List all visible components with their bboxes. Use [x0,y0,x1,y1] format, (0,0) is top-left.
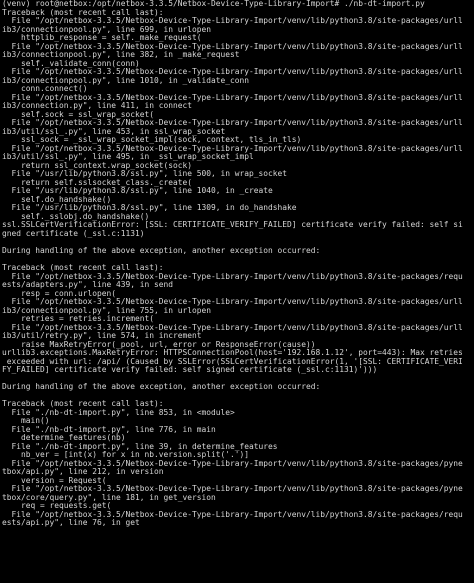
terminal-line: main() [2,417,50,426]
terminal-line: File "/opt/netbox-3.3.5/Netbox-Device-Ty… [2,144,463,153]
terminal-line: self.do_handshake() [2,195,112,204]
terminal-line: raise MaxRetryError(_pool, url, error or… [2,340,316,349]
terminal-line: self._sslobj.do_handshake() [2,212,150,221]
terminal-line: ib3/connectionpool.py", line 755, in url… [2,306,212,315]
terminal-line: File "/opt/netbox-3.3.5/Netbox-Device-Ty… [2,17,463,26]
terminal-line: File "/opt/netbox-3.3.5/Netbox-Device-Ty… [2,119,463,128]
terminal-line: Traceback (most recent call last): [2,263,164,272]
terminal-line: version = Request( [2,476,107,485]
terminal-line: File "/opt/netbox-3.3.5/Netbox-Device-Ty… [2,298,463,307]
terminal-line: resp = conn.urlopen( [2,289,117,298]
terminal-line: tbox/api.py", line 212, in version [2,468,164,477]
terminal-line: File "/usr/lib/python3.8/ssl.py", line 5… [2,170,288,179]
terminal-line: File "./nb-dt-import.py", line 853, in <… [2,408,235,417]
terminal-line: tbox/core/query.py", line 181, in get_ve… [2,493,216,502]
terminal-line: ssl_sock = _ssl_wrap_socket_impl(sock, c… [2,136,302,145]
terminal-line: determine_features(nb) [2,434,126,443]
terminal-line: File "/usr/lib/python3.8/ssl.py", line 1… [2,187,273,196]
terminal-line: Traceback (most recent call last): [2,400,164,409]
terminal-line: File "/opt/netbox-3.3.5/Netbox-Device-Ty… [2,485,463,494]
terminal-line: exceeded with url: /api/ (Caused by SSLE… [2,357,463,366]
terminal-line: urllib3.exceptions.MaxRetryError: HTTPSC… [2,349,463,358]
terminal-line: conn.connect() [2,85,88,94]
terminal-line: req = requests.get( [2,502,112,511]
terminal-line: File "/opt/netbox-3.3.5/Netbox-Device-Ty… [2,272,463,281]
terminal-line: ib3/util/ssl_.py", line 495, in _ssl_wra… [2,153,254,162]
terminal-line: File "/opt/netbox-3.3.5/Netbox-Device-Ty… [2,323,463,332]
terminal-line: ib3/connectionpool.py", line 699, in url… [2,25,212,34]
terminal-line: File "./nb-dt-import.py", line 776, in m… [2,425,216,434]
terminal-line: ib3/connection.py", line 411, in connect [2,102,193,111]
terminal-line: File "/opt/netbox-3.3.5/Netbox-Device-Ty… [2,42,463,51]
terminal-line: httplib_response = self._make_request( [2,34,202,43]
terminal-line: return self.sslsocket_class._create( [2,178,193,187]
terminal-line: self._validate_conn(conn) [2,59,140,68]
terminal-line: During handling of the above exception, … [2,246,321,255]
terminal-window[interactable]: (venv) root@netbox:/opt/netbox-3.3.5/Net… [0,0,474,583]
terminal-line: nb_ver = [int(x) for x in nb.version.spl… [2,451,250,460]
terminal-line: ests/api.py", line 76, in get [2,519,140,528]
terminal-line: ests/adapters.py", line 439, in send [2,281,174,290]
terminal-line: (venv) root@netbox:/opt/netbox-3.3.5/Net… [2,0,425,8]
terminal-line: return ssl_context.wrap_socket(sock) [2,161,193,170]
terminal-line: File "/opt/netbox-3.3.5/Netbox-Device-Ty… [2,93,463,102]
terminal-line: File "/opt/netbox-3.3.5/Netbox-Device-Ty… [2,68,463,77]
terminal-line: self.sock = ssl_wrap_socket( [2,110,155,119]
terminal-line: ib3/connectionpool.py", line 1010, in _v… [2,76,250,85]
terminal-line: Traceback (most recent call last): [2,8,164,17]
terminal-line: gned certificate (_ssl.c:1131) [2,229,145,238]
terminal-line: File "./nb-dt-import.py", line 39, in de… [2,442,278,451]
terminal-line: During handling of the above exception, … [2,383,321,392]
terminal-line: ib3/connectionpool.py", line 382, in _ma… [2,51,240,60]
terminal-line: File "/opt/netbox-3.3.5/Netbox-Device-Ty… [2,510,463,519]
terminal-line: ib3/util/retry.py", line 574, in increme… [2,332,202,341]
terminal-line: File "/usr/lib/python3.8/ssl.py", line 1… [2,204,297,213]
terminal-line: File "/opt/netbox-3.3.5/Netbox-Device-Ty… [2,459,463,468]
terminal-line: retries = retries.increment( [2,315,155,324]
terminal-line: FY_FAILED] certificate verify failed: se… [2,366,378,375]
terminal-line: ssl.SSLCertVerificationError: [SSL: CERT… [2,221,463,230]
terminal-line: ib3/util/ssl_.py", line 453, in ssl_wrap… [2,127,226,136]
